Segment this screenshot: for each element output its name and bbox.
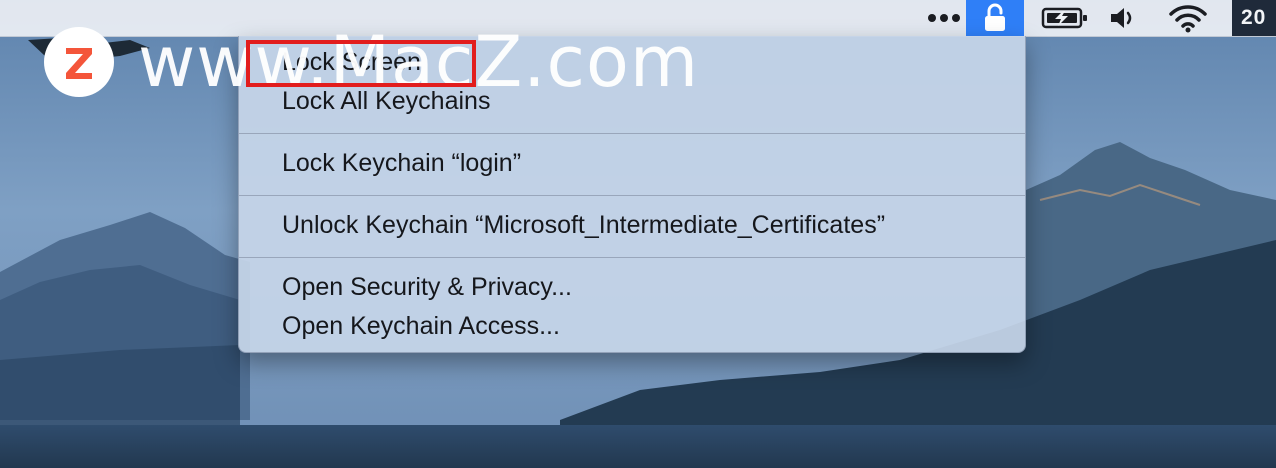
wifi-icon[interactable]: [1160, 0, 1216, 36]
ellipsis-icon[interactable]: [922, 0, 966, 36]
padlock-unlocked-icon[interactable]: [966, 0, 1024, 36]
menu-item-unlock-keychain-certificates[interactable]: Unlock Keychain “Microsoft_Intermediate_…: [282, 209, 885, 241]
battery-charging-icon[interactable]: [1034, 0, 1096, 36]
menubar-clock[interactable]: 20: [1232, 0, 1276, 36]
menu-separator: [239, 195, 1025, 196]
speaker-icon[interactable]: [1098, 0, 1146, 36]
menu-separator: [239, 257, 1025, 258]
watermark-logo-badge: [44, 27, 114, 97]
menu-item-open-security-privacy[interactable]: Open Security & Privacy...: [282, 271, 572, 303]
menu-item-open-keychain-access[interactable]: Open Keychain Access...: [282, 310, 560, 342]
menu-item-lock-keychain-login[interactable]: Lock Keychain “login”: [282, 147, 521, 179]
highlight-annotation-box: [246, 40, 476, 87]
menu-separator: [239, 133, 1025, 134]
